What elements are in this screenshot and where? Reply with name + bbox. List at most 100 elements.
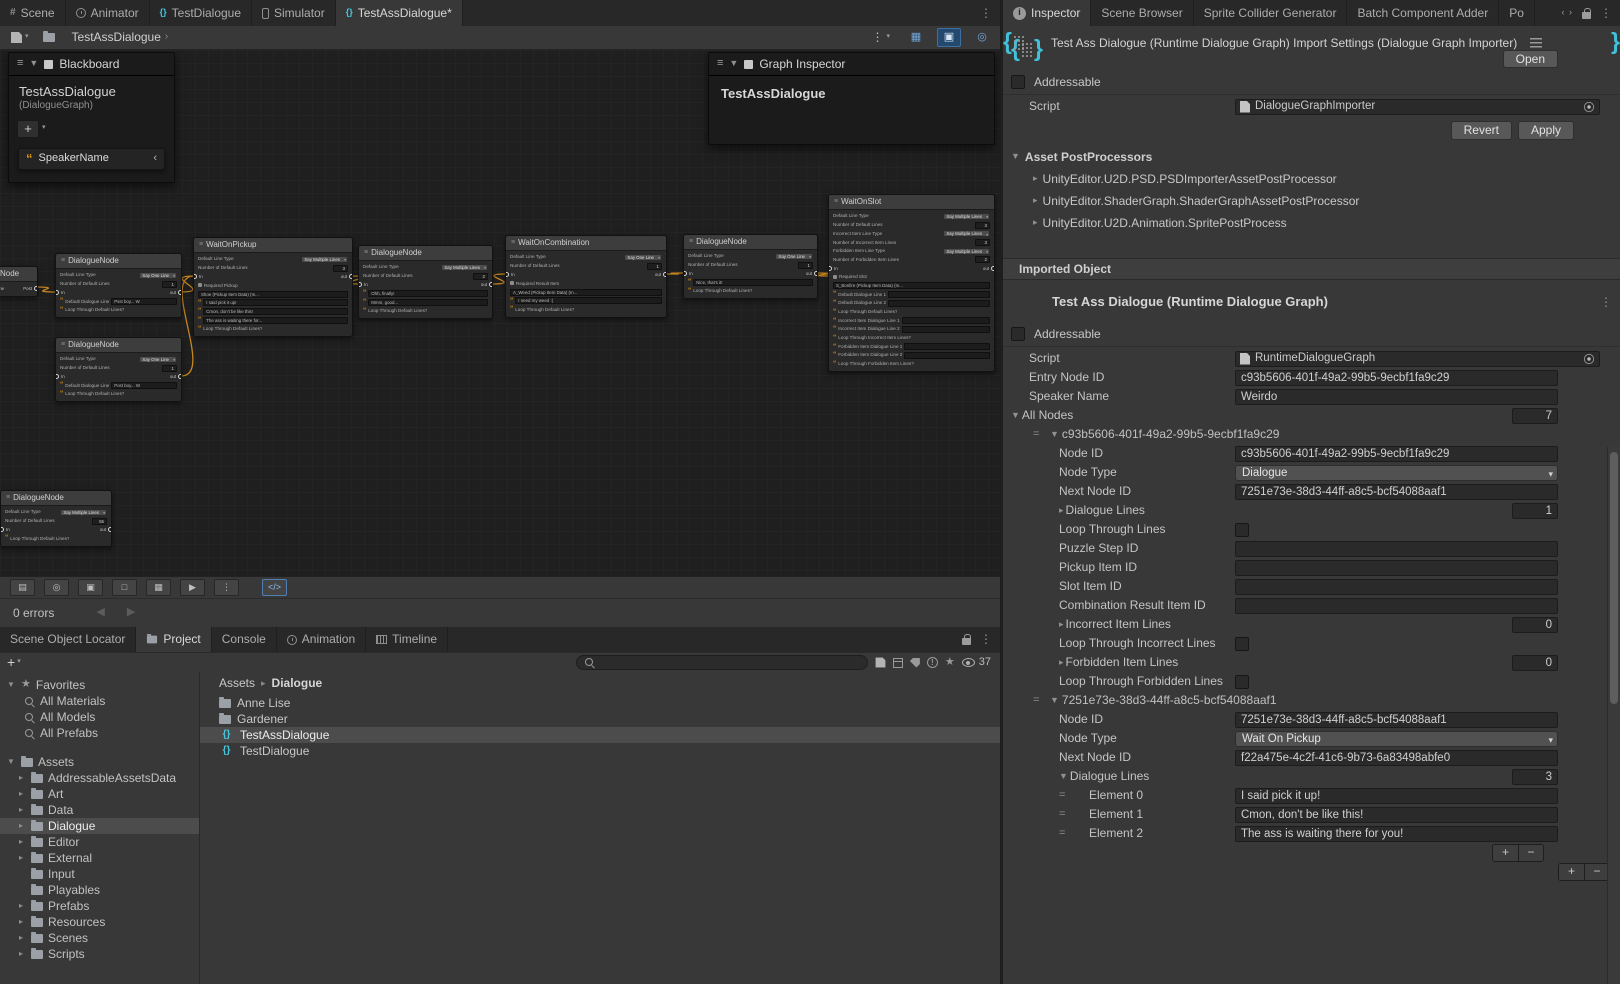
input-port[interactable]	[1, 527, 4, 532]
loop-port-icon[interactable]: “	[5, 534, 8, 542]
tree-item-prefabs[interactable]: ▸Prefabs	[0, 898, 199, 914]
inspector-tab-inspector[interactable]: iInspector	[1003, 0, 1091, 26]
array-size-field[interactable]: 0	[1512, 655, 1558, 671]
node-header[interactable]: ≡DialogueNode	[359, 246, 492, 261]
node-type-dropdown[interactable]: Wait On Pickup	[1235, 731, 1558, 747]
speaker-name-field[interactable]: Weirdo	[1235, 389, 1558, 405]
dock-menu-icon[interactable]: ⋮	[1600, 6, 1612, 21]
asset-anne-lise[interactable]: Anne Lise	[200, 695, 1000, 711]
chevron-down-icon[interactable]: ▾	[42, 124, 46, 133]
breadcrumb-root[interactable]: Assets	[219, 676, 255, 691]
tree-item-favorites[interactable]: ▼★Favorites	[0, 677, 199, 693]
foldout-arrow-icon[interactable]: ▸	[16, 853, 26, 863]
output-port[interactable]	[108, 527, 111, 532]
graph-node-dialoguenode[interactable]: ≡DialogueNodeDefault Line TypeSay Multip…	[0, 490, 112, 547]
foldout-arrow-icon[interactable]: ▸	[16, 821, 26, 831]
node-line-field[interactable]: The ass is waiting there for...	[203, 317, 348, 324]
presets-icon[interactable]	[1530, 38, 1542, 48]
graph-node-dialoguenode[interactable]: ≡DialogueNodeDefault Line TypeSay Multip…	[358, 245, 493, 319]
node-header[interactable]: ≡DialogueNode	[56, 338, 181, 353]
tree-item-data[interactable]: ▸Data	[0, 802, 199, 818]
dialogue-line-port-icon[interactable]: “	[510, 297, 513, 305]
foldout-arrow-icon[interactable]: ▼	[1011, 410, 1020, 421]
node-collapse-icon[interactable]: ≡	[6, 494, 10, 503]
dialogue-line-port-icon[interactable]: “	[833, 290, 836, 298]
text-field[interactable]: c93b5606-401f-49a2-99b5-9ecbf1fa9c29	[1235, 446, 1558, 462]
lock-icon[interactable]	[962, 638, 971, 645]
node-number-field[interactable]: 1	[647, 263, 662, 270]
postprocessor-item[interactable]: ▸UnityEditor.U2D.Animation.SpritePostPro…	[1003, 212, 1620, 234]
node-dropdown[interactable]: Say Multiple Lines	[60, 509, 107, 516]
scrollbar-thumb[interactable]	[1610, 452, 1618, 704]
text-field[interactable]: 7251e73e-38d3-44ff-a8c5-bcf54088aaf1	[1235, 712, 1558, 728]
tab-timeline[interactable]: Timeline	[366, 627, 448, 652]
tree-item-external[interactable]: ▸External	[0, 850, 199, 866]
input-port[interactable]	[359, 282, 362, 287]
blackboard-panel[interactable]: ≡ ▼ Blackboard TestAssDialogue (Dialogue…	[8, 52, 175, 183]
node-number-field[interactable]: 2	[975, 256, 990, 263]
loop-port-icon[interactable]: “	[198, 325, 201, 333]
remove-element-button[interactable]: −	[1518, 845, 1543, 861]
save-search-icon[interactable]	[875, 658, 885, 668]
foldout-arrow-icon[interactable]: ▸	[16, 917, 26, 927]
foldout-arrow-icon[interactable]: ▼	[1050, 429, 1059, 440]
layout-button[interactable]: ▦	[146, 579, 171, 596]
text-field[interactable]	[1235, 579, 1558, 595]
graph-node-waitonslot[interactable]: ≡WaitOnSlotDefault Line TypeSay Multiple…	[828, 194, 995, 372]
node-line-field[interactable]: I need my weed :(	[515, 297, 662, 304]
create-asset-button[interactable]: +▾	[7, 654, 21, 672]
node-number-field[interactable]: 3	[975, 239, 990, 246]
dock-menu-icon[interactable]: ⋮	[980, 632, 992, 647]
output-port[interactable]	[34, 286, 37, 291]
dialogue-graph-canvas[interactable]: ≡StartNodeSpeakerNamePost ≡DialogueNodeDe…	[0, 50, 1000, 576]
input-port[interactable]	[56, 374, 59, 379]
collapse-arrow-icon[interactable]: ▼	[29, 58, 38, 69]
inspector-tab-sprite-collider-generator[interactable]: Sprite Collider Generator	[1194, 0, 1348, 26]
entry-node-id-field[interactable]: c93b5606-401f-49a2-99b5-9ecbf1fa9c29	[1235, 370, 1558, 386]
node-collapse-icon[interactable]: ≡	[364, 249, 368, 258]
package-filter-icon[interactable]	[893, 658, 903, 668]
project-search[interactable]	[576, 655, 868, 670]
input-port[interactable]	[829, 266, 832, 271]
tree-item-all-materials[interactable]: All Materials	[0, 693, 199, 709]
node-number-field[interactable]: 1	[162, 281, 177, 288]
next-error-icon[interactable]: ▶	[127, 606, 135, 620]
node-line-field[interactable]: Post boy... W	[111, 382, 177, 389]
graph-breadcrumb[interactable]: TestAssDialogue ›	[72, 30, 169, 45]
node-dropdown[interactable]: Say Multiple Lines	[441, 264, 488, 271]
dialogue-line-port-icon[interactable]: “	[198, 307, 201, 315]
element-text-field[interactable]: The ass is waiting there for you!	[1235, 826, 1558, 842]
output-port[interactable]	[991, 266, 994, 271]
dialogue-line-port-icon[interactable]: “	[833, 325, 836, 333]
breadcrumb-leaf[interactable]: Dialogue	[272, 676, 323, 691]
checkbox[interactable]	[1235, 675, 1249, 689]
drag-handle-icon[interactable]: =	[1033, 694, 1047, 708]
code-view-button[interactable]: </>	[262, 579, 287, 596]
foldout-arrow-icon[interactable]: ▼	[1011, 151, 1020, 162]
loop-port-icon[interactable]: “	[60, 306, 63, 314]
asset-testassdialogue[interactable]: {}TestAssDialogue	[200, 727, 1000, 743]
dialogue-line-port-icon[interactable]: “	[688, 278, 691, 286]
node-number-field[interactable]: 1	[798, 262, 813, 269]
all-nodes-size-field[interactable]: 7	[1512, 408, 1558, 424]
addressable-checkbox[interactable]	[1011, 327, 1025, 341]
loop-port-icon[interactable]: “	[833, 308, 836, 316]
node-collapse-icon[interactable]: ≡	[511, 239, 515, 248]
graph-node-startnode[interactable]: ≡StartNodeSpeakerNamePost	[0, 266, 38, 297]
input-port[interactable]	[56, 290, 59, 295]
node-line-field[interactable]: I said pick it up!	[203, 299, 348, 306]
array-size-field[interactable]: 1	[1512, 503, 1558, 519]
dialogue-line-port-icon[interactable]: “	[60, 297, 63, 305]
postprocessor-item[interactable]: ▸UnityEditor.U2D.PSD.PSDImporterAssetPos…	[1003, 168, 1620, 190]
tree-item-playables[interactable]: Playables	[0, 882, 199, 898]
graph-inspector-header[interactable]: ≡ ▼ Graph Inspector	[709, 53, 994, 76]
postprocessors-header[interactable]: ▼ Asset PostProcessors	[1003, 146, 1620, 168]
loop-port-icon[interactable]: “	[510, 305, 513, 313]
blackboard-toggle-button[interactable]: ▦	[904, 28, 928, 47]
foldout-arrow-icon[interactable]: ▸	[16, 949, 26, 959]
tree-item-input[interactable]: Input	[0, 866, 199, 882]
array-size-field[interactable]: 3	[1512, 769, 1558, 785]
dialogue-line-port-icon[interactable]: “	[363, 289, 366, 297]
node-header[interactable]: ≡StartNode	[0, 267, 37, 282]
text-field[interactable]	[1235, 560, 1558, 576]
